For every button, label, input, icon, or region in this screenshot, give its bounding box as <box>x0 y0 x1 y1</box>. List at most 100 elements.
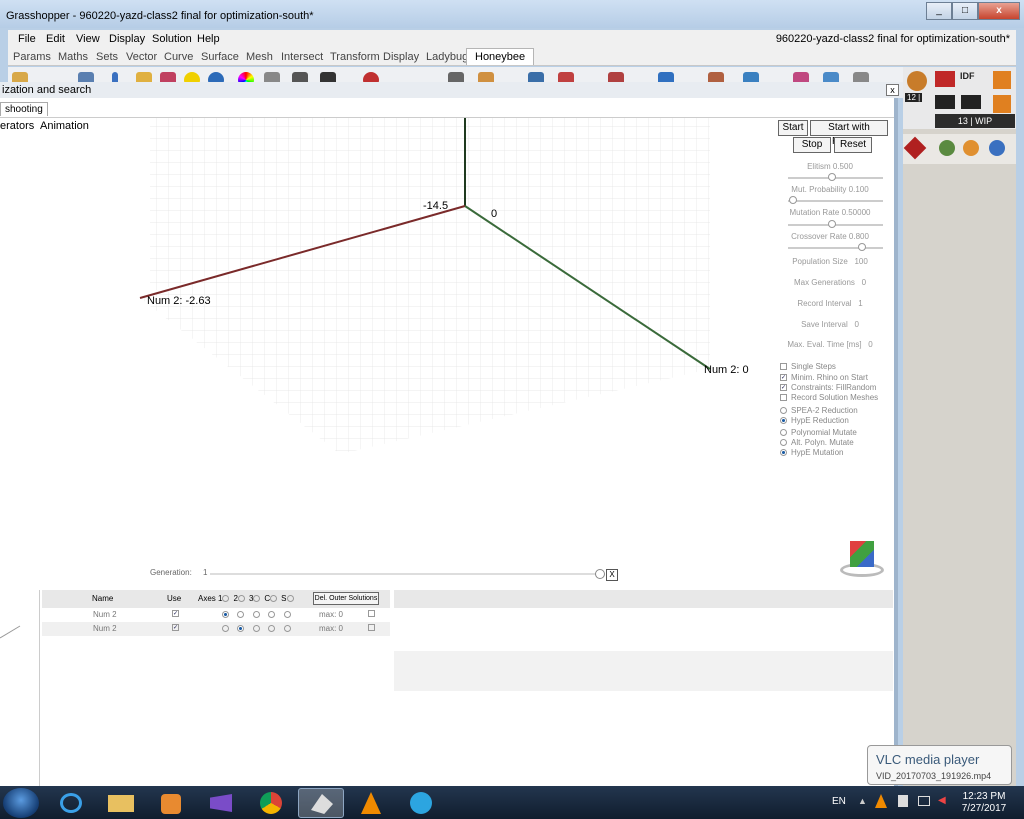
table-row[interactable]: Num 2 ✓ max: 0 <box>42 622 390 636</box>
clock[interactable]: 12:23 PM 7/27/2017 <box>952 791 1016 815</box>
tab-maths[interactable]: Maths <box>58 51 88 63</box>
tab-honeybee[interactable]: Honeybee <box>466 48 535 65</box>
close-icon[interactable]: x <box>886 84 899 96</box>
option-hype-mutation[interactable]: HypE Mutation <box>780 448 843 457</box>
start-button[interactable] <box>3 788 39 818</box>
pareto-plot[interactable] <box>0 114 760 554</box>
telegram-icon[interactable] <box>398 788 444 818</box>
row-checkbox[interactable] <box>368 623 379 632</box>
component-icon[interactable] <box>963 140 979 156</box>
checkbox-checked[interactable]: ✓ <box>780 374 787 382</box>
param-record-interval[interactable]: Record Interval 1 <box>770 299 890 308</box>
menu-help[interactable]: Help <box>197 33 220 45</box>
minimize-button[interactable]: _ <box>926 2 952 20</box>
component-icon[interactable] <box>939 140 955 156</box>
option-polynomial-mutate[interactable]: Polynomial Mutate <box>780 428 857 437</box>
mut-probability-slider[interactable] <box>788 200 883 202</box>
stop-button[interactable]: Stop <box>793 137 831 153</box>
checkbox-checked[interactable]: ✓ <box>780 384 787 392</box>
row-checkbox[interactable] <box>368 609 379 618</box>
radio[interactable] <box>780 407 787 415</box>
axes-radios[interactable] <box>222 624 295 633</box>
axes-radios[interactable] <box>222 610 295 619</box>
param-max-eval-time[interactable]: Max. Eval. Time [ms] 0 <box>770 340 890 349</box>
component-icon[interactable] <box>903 136 927 160</box>
generation-close-button[interactable]: X <box>606 569 618 581</box>
tab-sets[interactable]: Sets <box>96 51 118 63</box>
language-indicator[interactable]: EN <box>832 796 846 807</box>
component-icon[interactable] <box>935 95 955 109</box>
tray-expand-icon[interactable]: ▲ <box>858 796 867 806</box>
option-alt-polyn-mutate[interactable]: Alt. Polyn. Mutate <box>780 438 854 447</box>
component-icon[interactable] <box>907 71 927 91</box>
tab-params[interactable]: Params <box>13 51 51 63</box>
ie-icon[interactable] <box>48 788 94 818</box>
radio-selected[interactable] <box>780 417 787 425</box>
rhino-icon[interactable] <box>298 788 344 818</box>
crossover-rate-slider[interactable] <box>788 247 883 249</box>
use-checkbox[interactable]: ✓ <box>172 609 183 618</box>
menu-view[interactable]: View <box>76 33 100 45</box>
tab-ladybug[interactable]: Ladybug <box>426 51 468 63</box>
chrome-icon[interactable] <box>248 788 294 818</box>
start-with-presets-button[interactable]: Start with Presets <box>810 120 888 147</box>
title-bar[interactable]: Grasshopper - 960220-yazd-class2 final f… <box>0 0 1024 28</box>
tab-curve[interactable]: Curve <box>164 51 193 63</box>
canvas-area[interactable] <box>903 129 1016 818</box>
tab-display[interactable]: Display <box>383 51 419 63</box>
table-row[interactable]: Num 2 ✓ max: 0 <box>42 608 390 622</box>
component-icon[interactable] <box>993 95 1011 113</box>
option-single-steps[interactable]: Single Steps <box>780 362 836 371</box>
checkbox[interactable] <box>780 394 787 402</box>
idf-icon[interactable]: IDF <box>960 71 975 81</box>
param-population-size[interactable]: Population Size 100 <box>770 257 890 266</box>
solutions-list[interactable] <box>394 651 893 691</box>
component-icon[interactable] <box>989 140 1005 156</box>
tab-intersect[interactable]: Intersect <box>281 51 323 63</box>
vlc-tooltip[interactable]: VLC media player VID_20170703_191926.mp4 <box>867 745 1012 785</box>
tab-surface[interactable]: Surface <box>201 51 239 63</box>
option-constraints[interactable]: ✓ Constraints: FillRandom <box>780 383 876 392</box>
crossover-rate-slider-knob[interactable] <box>858 243 866 251</box>
explorer-icon[interactable] <box>98 788 144 818</box>
component-icon[interactable] <box>935 71 955 87</box>
use-checkbox[interactable]: ✓ <box>172 623 183 632</box>
media-player-icon[interactable] <box>148 788 194 818</box>
option-minim-rhino[interactable]: ✓ Minim. Rhino on Start <box>780 373 868 382</box>
menu-edit[interactable]: Edit <box>46 33 65 45</box>
tab-vector[interactable]: Vector <box>126 51 157 63</box>
visual-studio-icon[interactable] <box>198 788 244 818</box>
network-icon[interactable] <box>918 796 930 806</box>
radio-selected[interactable] <box>780 449 787 457</box>
generation-slider[interactable] <box>210 573 600 575</box>
menu-solution[interactable]: Solution <box>152 33 192 45</box>
component-icon[interactable] <box>961 95 981 109</box>
checkbox[interactable] <box>780 363 787 371</box>
volume-icon[interactable]: ◀ <box>938 795 946 806</box>
start-button[interactable]: Start <box>778 120 808 136</box>
reset-button[interactable]: Reset <box>834 137 872 153</box>
elitism-slider-knob[interactable] <box>828 173 836 181</box>
option-hype-reduction[interactable]: HypE Reduction <box>780 416 849 425</box>
menu-file[interactable]: File <box>18 33 36 45</box>
flag-icon[interactable] <box>898 795 908 807</box>
option-record-meshes[interactable]: Record Solution Meshes <box>780 393 878 402</box>
radio[interactable] <box>780 429 787 437</box>
menu-display[interactable]: Display <box>109 33 145 45</box>
vlc-icon[interactable] <box>348 788 394 818</box>
generation-slider-knob[interactable] <box>595 569 605 579</box>
param-max-generations[interactable]: Max Generations 0 <box>770 278 890 287</box>
tab-transform[interactable]: Transform <box>330 51 380 63</box>
component-icon[interactable] <box>993 71 1011 89</box>
vlc-tray-icon[interactable] <box>875 794 887 808</box>
mut-probability-slider-knob[interactable] <box>789 196 797 204</box>
maximize-button[interactable]: □ <box>952 2 978 20</box>
radio[interactable] <box>780 439 787 447</box>
option-spea2[interactable]: SPEA-2 Reduction <box>780 406 858 415</box>
mutation-rate-slider-knob[interactable] <box>828 220 836 228</box>
tab-mesh[interactable]: Mesh <box>246 51 273 63</box>
galapagos-title-bar[interactable]: ization and search x <box>0 82 903 98</box>
param-save-interval[interactable]: Save Interval 0 <box>770 320 890 329</box>
close-button[interactable]: x <box>978 2 1020 20</box>
delete-outer-solutions-button[interactable]: Del. Outer Solutions <box>313 592 379 605</box>
